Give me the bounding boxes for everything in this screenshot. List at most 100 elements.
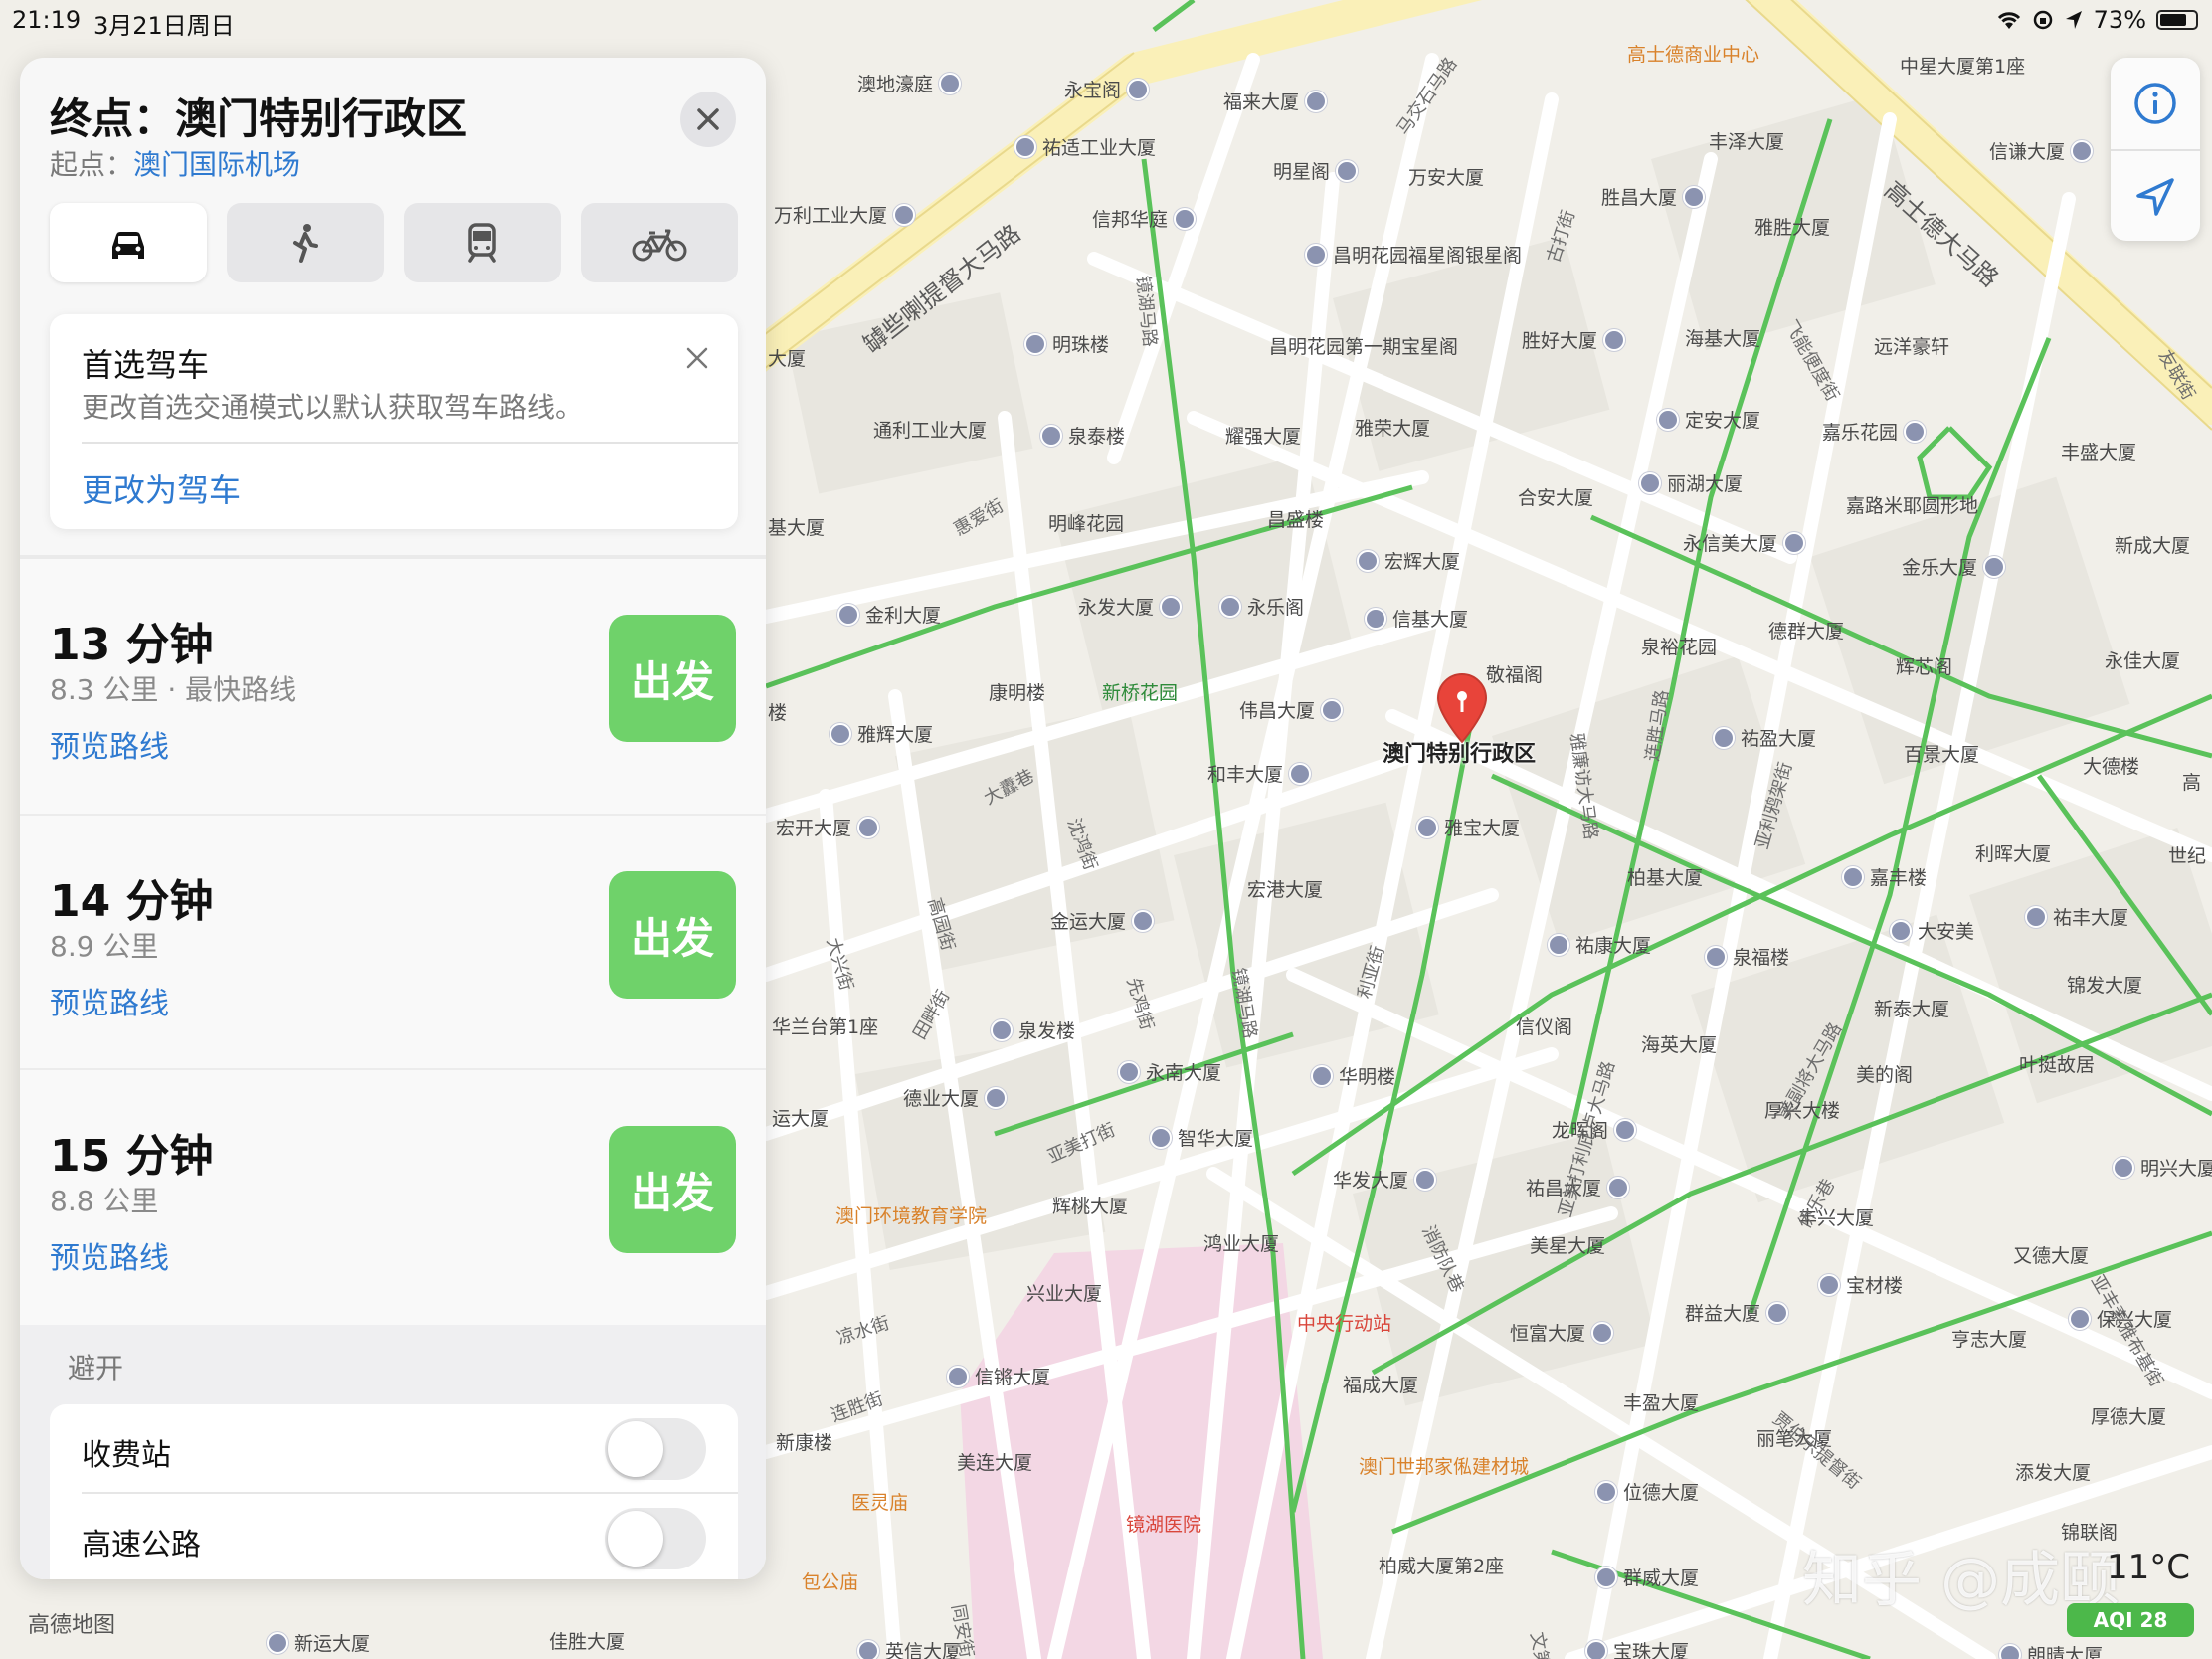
poi[interactable]: 利晖大厦 (1975, 839, 2051, 866)
avoid-highways-toggle[interactable] (605, 1508, 706, 1569)
poi[interactable]: 明峰花园 (1048, 509, 1124, 536)
poi[interactable]: 美星大厦 (1530, 1231, 1605, 1258)
poi[interactable]: 辉桃大厦 (1052, 1192, 1128, 1218)
poi[interactable]: 德业大厦 (903, 1084, 1008, 1111)
poi[interactable]: 万安大厦 (1408, 163, 1484, 190)
poi[interactable]: 朗晴大厦 (1999, 1641, 2103, 1659)
poi[interactable]: 丽湖大厦 (1639, 469, 1743, 496)
poi[interactable]: 镜湖医院 (1126, 1510, 1201, 1537)
poi[interactable]: 金运大厦 (1050, 907, 1155, 934)
poi[interactable]: 新泰大厦 (1874, 995, 1949, 1021)
avoid-tolls-toggle[interactable] (605, 1418, 706, 1480)
preview-route-link[interactable]: 预览路线 (50, 1233, 169, 1277)
poi[interactable]: 宝珠大厦 (1585, 1637, 1689, 1659)
destination-pin-icon[interactable] (1434, 672, 1490, 744)
poi[interactable]: 雅荣大厦 (1355, 414, 1430, 441)
poi[interactable]: 海基大厦 (1685, 324, 1760, 351)
poi[interactable]: 辉芯阁 (1896, 652, 1952, 679)
route-option[interactable]: 14 分钟 8.9 公里 预览路线 出发 (20, 816, 766, 1070)
route-option[interactable]: 15 分钟 8.8 公里 预览路线 出发 (20, 1070, 766, 1325)
poi[interactable]: 包公庙 (802, 1567, 858, 1594)
poi[interactable]: 英信大厦 (857, 1637, 961, 1659)
origin-link[interactable]: 澳门国际机场 (133, 148, 300, 181)
poi[interactable]: 叶挺故居 (2019, 1050, 2095, 1077)
poi[interactable]: 兴业大厦 (1026, 1279, 1102, 1306)
poi[interactable]: 泉发楼 (991, 1016, 1075, 1043)
poi[interactable]: 亨志大厦 (1951, 1325, 2027, 1352)
poi[interactable]: 大德楼 (2083, 752, 2139, 779)
poi[interactable]: 华兰台第1座 (772, 1013, 878, 1039)
poi[interactable]: 中央行动站 (1297, 1309, 1391, 1336)
preview-route-link[interactable]: 预览路线 (50, 979, 169, 1022)
poi[interactable]: 永信美大厦 (1683, 529, 1806, 556)
poi[interactable]: 新成大厦 (2115, 531, 2190, 558)
poi[interactable]: 恒富大厦 (1510, 1319, 1614, 1346)
go-button[interactable]: 出发 (609, 1126, 736, 1253)
poi[interactable]: 金利大厦 (837, 601, 941, 628)
poi[interactable]: 楼 (768, 698, 787, 725)
poi[interactable]: 澳地濠庭 (857, 70, 962, 96)
poi[interactable]: 合安大厦 (1518, 483, 1593, 510)
poi[interactable]: 伟昌大厦 (1239, 696, 1344, 723)
poi[interactable]: 德群大厦 (1768, 617, 1844, 644)
poi[interactable]: 泉裕花园 (1641, 633, 1717, 659)
poi[interactable]: 宏开大厦 (776, 814, 880, 840)
poi[interactable]: 嘉路米耶圆形地 (1846, 491, 1978, 518)
poi[interactable]: 宝材楼 (1818, 1271, 1903, 1298)
poi[interactable]: 新桥花园 (1102, 678, 1178, 705)
poi[interactable]: 雅辉大厦 (830, 720, 933, 747)
poi[interactable]: 福成大厦 (1343, 1371, 1418, 1397)
poi[interactable]: 厚德大厦 (2091, 1402, 2166, 1429)
mode-walk-button[interactable] (227, 203, 384, 282)
poi[interactable]: 胜好大厦 (1522, 326, 1626, 353)
poi[interactable]: 泉泰楼 (1040, 422, 1125, 449)
poi[interactable]: 群威大厦 (1595, 1564, 1699, 1590)
mode-drive-button[interactable] (50, 203, 207, 282)
poi[interactable]: 高 (2182, 768, 2201, 795)
poi[interactable]: 运大厦 (772, 1104, 829, 1131)
poi[interactable]: 敬福阁 (1486, 660, 1543, 687)
poi[interactable]: 康明楼 (989, 678, 1045, 705)
mode-bike-button[interactable] (581, 203, 738, 282)
poi[interactable]: 智华大厦 (1150, 1124, 1253, 1151)
poi[interactable]: 金乐大厦 (1902, 553, 2006, 580)
poi[interactable]: 祐盈大厦 (1713, 724, 1816, 751)
poi[interactable]: 和丰大厦 (1207, 760, 1312, 787)
poi[interactable]: 基大厦 (768, 513, 825, 540)
poi[interactable]: 明珠楼 (1024, 330, 1109, 357)
preference-close-button[interactable] (684, 340, 710, 380)
poi[interactable]: 永乐阁 (1219, 593, 1304, 620)
go-button[interactable]: 出发 (609, 615, 736, 742)
poi[interactable]: 鸿业大厦 (1203, 1229, 1279, 1256)
poi[interactable]: 柏基大厦 (1627, 863, 1703, 890)
poi[interactable]: 海英大厦 (1641, 1030, 1717, 1057)
poi[interactable]: 又德大厦 (2013, 1241, 2089, 1268)
poi[interactable]: 昌明花园第一期宝星阁 (1269, 332, 1458, 359)
poi[interactable]: 祐适工业大厦 (1014, 133, 1156, 160)
poi[interactable]: 澳门环境教育学院 (835, 1201, 987, 1228)
poi[interactable]: 耀强大厦 (1225, 422, 1301, 449)
poi[interactable]: 永南大厦 (1118, 1058, 1221, 1085)
poi[interactable]: 泉福楼 (1705, 943, 1789, 970)
poi[interactable]: 昌明花园福星阁银星阁 (1305, 241, 1522, 268)
poi[interactable]: 大厦 (768, 344, 806, 371)
poi[interactable]: 永宝阁 (1064, 76, 1150, 102)
preview-route-link[interactable]: 预览路线 (50, 722, 169, 766)
poi[interactable]: 美连大厦 (957, 1448, 1032, 1475)
poi[interactable]: 定安大厦 (1657, 406, 1760, 433)
poi[interactable]: 美的阁 (1856, 1060, 1913, 1087)
poi[interactable]: 丰泽大厦 (1709, 127, 1784, 154)
poi[interactable]: 百景大厦 (1904, 740, 1979, 767)
poi[interactable]: 嘉丰楼 (1842, 863, 1927, 890)
poi[interactable]: 医灵庙 (851, 1488, 908, 1515)
poi[interactable]: 新康楼 (776, 1428, 832, 1455)
poi[interactable]: 柏威大厦第2座 (1379, 1552, 1504, 1578)
poi[interactable]: 高士德商业中心 (1627, 40, 1759, 67)
poi[interactable]: 新运大厦 (267, 1629, 370, 1656)
poi[interactable]: 信基大厦 (1365, 605, 1468, 632)
change-to-drive-link[interactable]: 更改为驾车 (82, 465, 241, 511)
poi[interactable]: 永佳大厦 (2105, 646, 2180, 673)
poi[interactable]: 锦发大厦 (2067, 971, 2142, 998)
poi[interactable]: 丰盈大厦 (1623, 1388, 1699, 1415)
current-location-button[interactable] (2111, 151, 2200, 243)
